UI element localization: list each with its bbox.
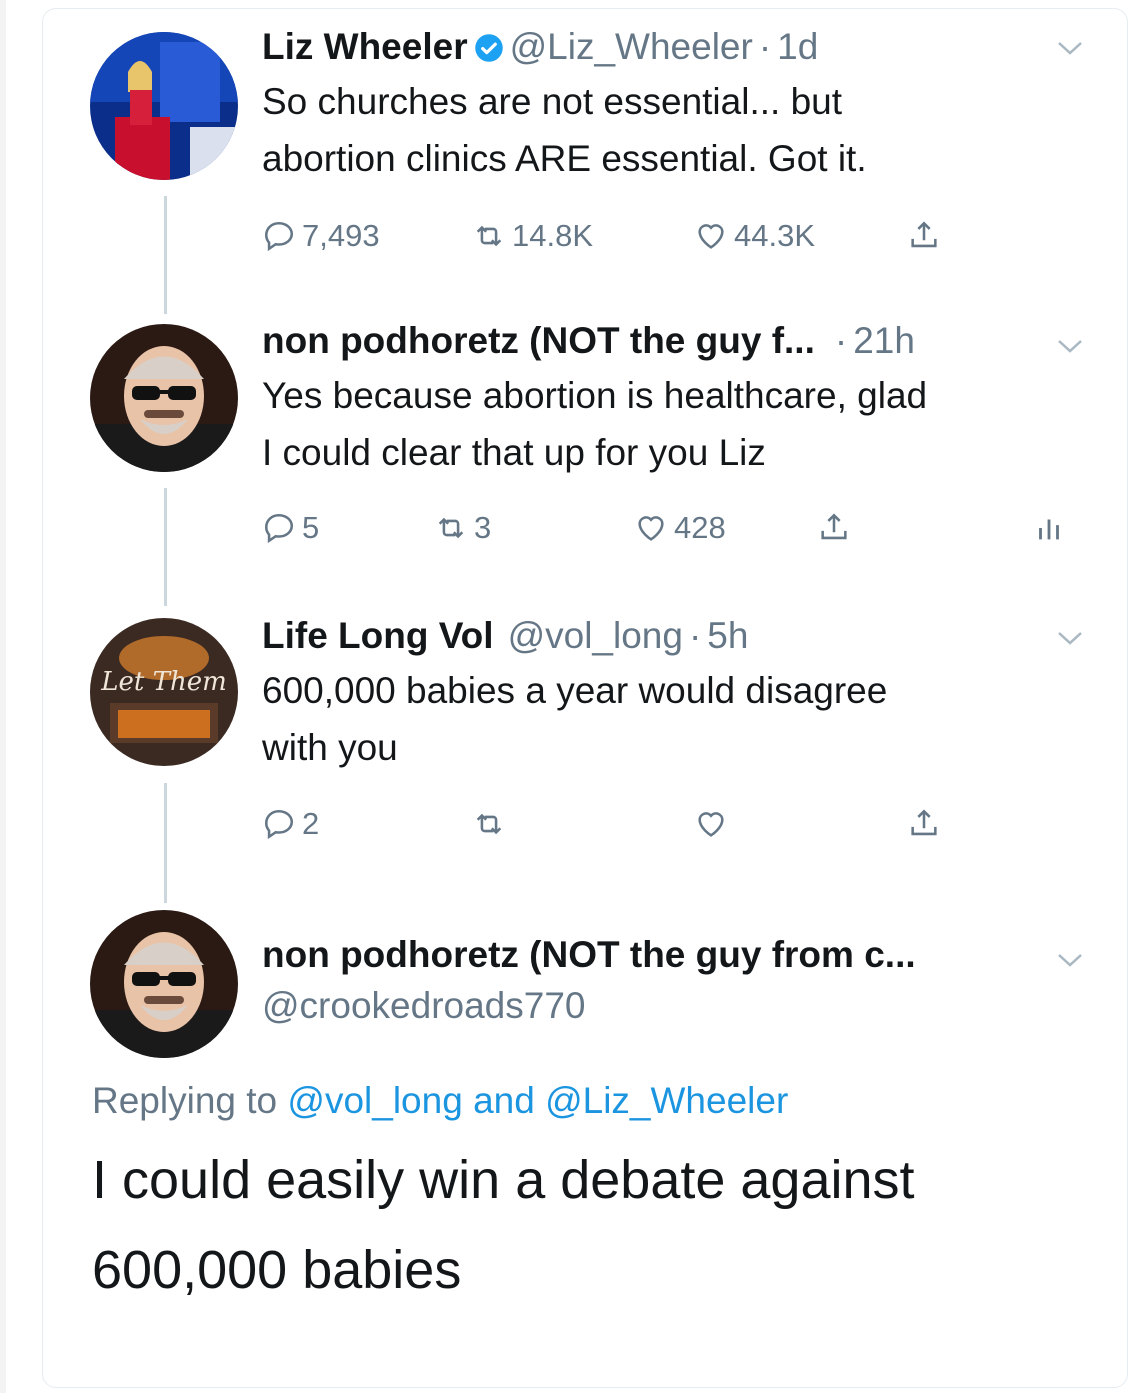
share-icon	[911, 221, 937, 248]
avatar-logo-text: Let Them	[100, 667, 227, 697]
share-button[interactable]	[817, 506, 857, 550]
non-podhoretz-avatar[interactable]	[90, 910, 238, 1058]
share-button[interactable]	[907, 802, 947, 846]
chevron-down-icon[interactable]	[1055, 38, 1085, 58]
tweet-text-line: I could easily win a debate against	[92, 1150, 915, 1210]
retweet-button[interactable]: 3	[434, 506, 491, 550]
like-count: 428	[674, 510, 726, 545]
reply-count: 7,493	[302, 218, 380, 253]
author-name[interactable]: non podhoretz (NOT the guy f...	[262, 320, 815, 361]
tweet-text: So churches are not essential... but abo…	[262, 73, 1087, 187]
share-button[interactable]	[907, 214, 947, 258]
retweet-button[interactable]	[472, 802, 512, 846]
share-icon	[911, 809, 937, 836]
tweet-time[interactable]: 5h	[707, 615, 748, 656]
author-handle[interactable]: @crookedroads770	[262, 985, 585, 1027]
reply-count: 2	[302, 806, 320, 841]
retweet-count: 3	[474, 510, 492, 545]
tweet-text-line: I could clear that up for you Liz	[262, 432, 766, 473]
mention-link[interactable]: @vol_long	[287, 1080, 462, 1121]
author-handle[interactable]: @Liz_Wheeler	[510, 26, 753, 67]
tweet-text-line: So churches are not essential... but	[262, 81, 843, 122]
focused-tweet-header[interactable]: non podhoretz (NOT the guy from c...	[262, 932, 1087, 978]
chevron-down-icon[interactable]	[1055, 628, 1085, 648]
author-name[interactable]: Life Long Vol	[262, 615, 494, 656]
liz-wheeler-avatar[interactable]	[90, 32, 238, 180]
tweet-text: Yes because abortion is healthcare, glad…	[262, 367, 1087, 481]
reply-count: 5	[302, 510, 320, 545]
thread-line	[164, 783, 167, 903]
left-edge	[0, 0, 6, 1393]
analytics-button[interactable]	[1032, 506, 1072, 550]
chevron-down-icon[interactable]	[1055, 336, 1085, 356]
like-count: 44.3K	[734, 218, 816, 253]
like-button[interactable]: 428	[634, 506, 726, 550]
retweet-button[interactable]: 14.8K	[472, 214, 593, 258]
retweet-icon	[438, 517, 464, 539]
tweet-time[interactable]: 21h	[853, 320, 915, 361]
like-button[interactable]	[694, 802, 734, 846]
reply-icon	[264, 513, 294, 544]
heart-icon	[698, 224, 724, 249]
separator-dot: ·	[758, 26, 772, 67]
reply-icon	[264, 809, 294, 840]
tweet-text-line: with you	[262, 727, 398, 768]
retweet-count: 14.8K	[512, 218, 594, 253]
mention-and: and	[473, 1080, 535, 1121]
focused-tweet-text: I could easily win a debate against 600,…	[92, 1135, 1072, 1315]
heart-icon	[698, 812, 724, 837]
separator-dot: ·	[834, 320, 848, 361]
thread-line	[164, 488, 167, 606]
share-icon	[821, 513, 847, 540]
non-podhoretz-avatar[interactable]	[90, 324, 238, 472]
tweet-time[interactable]: 1d	[777, 26, 818, 67]
retweet-icon	[476, 813, 502, 835]
separator-dot: ·	[688, 615, 702, 656]
chevron-down-icon[interactable]	[1055, 950, 1085, 970]
replying-label: Replying to	[92, 1080, 278, 1121]
verified-badge-icon	[474, 34, 503, 62]
life-long-vol-avatar[interactable]: Let Them	[90, 618, 238, 766]
tweet-1[interactable]: Liz Wheeler @Liz_Wheeler · 1d So churches a…	[262, 24, 1087, 187]
replying-to: Replying to @vol_long and @Liz_Wheeler	[92, 1080, 788, 1122]
tweet-text-line: 600,000 babies	[92, 1240, 462, 1300]
author-handle[interactable]: @vol_long	[508, 615, 683, 656]
reply-icon	[264, 221, 294, 252]
author-name[interactable]: Liz Wheeler	[262, 26, 468, 67]
tweet-text: 600,000 babies a year would disagree wit…	[262, 662, 1087, 776]
tweet-text-line: 600,000 babies a year would disagree	[262, 670, 888, 711]
tweet-2[interactable]: non podhoretz (NOT the guy f... · 21h Yes …	[262, 318, 1087, 481]
mention-link[interactable]: @Liz_Wheeler	[545, 1080, 788, 1121]
reply-button[interactable]: 5	[262, 506, 319, 550]
like-button[interactable]: 44.3K	[694, 214, 815, 258]
author-name[interactable]: non podhoretz (NOT the guy from c...	[262, 934, 916, 975]
tweet-text-line: abortion clinics ARE essential. Got it.	[262, 138, 867, 179]
tweet-3[interactable]: Life Long Vol @vol_long · 5h 600,000 babies…	[262, 613, 1087, 776]
tweet-text-line: Yes because abortion is healthcare, glad	[262, 375, 928, 416]
heart-icon	[638, 516, 664, 541]
thread-line	[164, 196, 167, 314]
reply-button[interactable]: 2	[262, 802, 319, 846]
reply-button[interactable]: 7,493	[262, 214, 380, 258]
analytics-icon	[1039, 519, 1059, 540]
retweet-icon	[476, 225, 502, 247]
